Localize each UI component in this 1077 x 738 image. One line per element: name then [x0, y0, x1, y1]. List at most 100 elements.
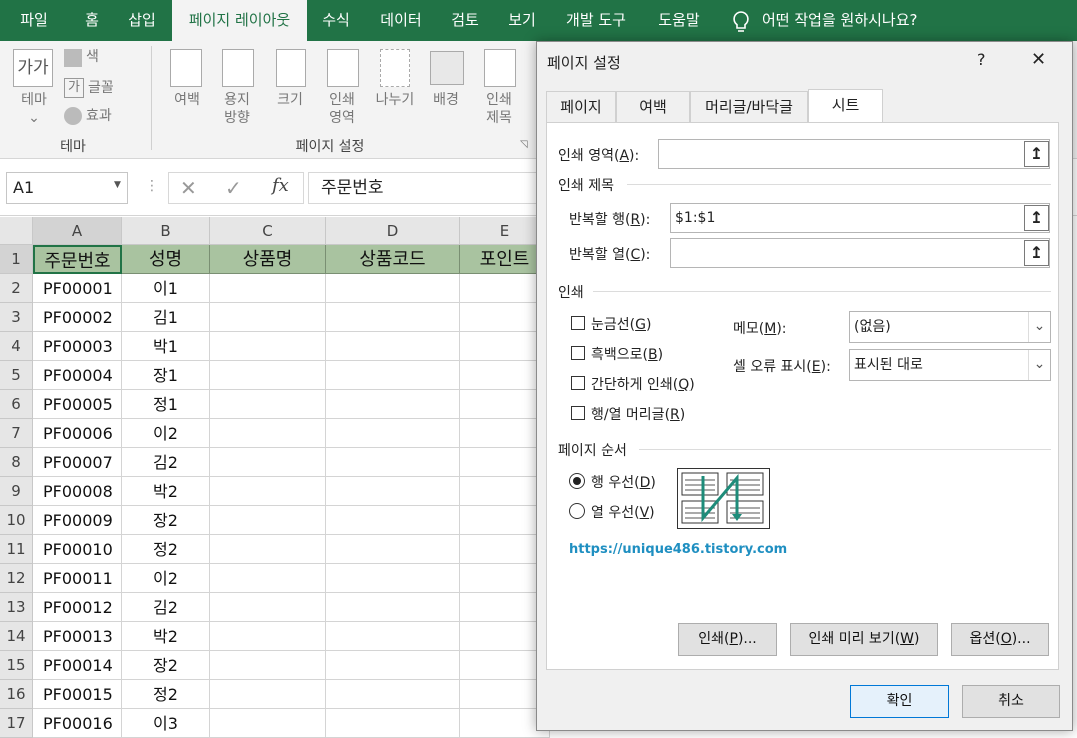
cell[interactable]: [210, 680, 326, 709]
cell[interactable]: [326, 593, 460, 622]
close-button[interactable]: ✕: [1031, 49, 1046, 70]
col-header-a[interactable]: A: [33, 217, 122, 245]
cell[interactable]: PF00015: [33, 680, 122, 709]
cell[interactable]: [210, 390, 326, 419]
cell[interactable]: PF00009: [33, 506, 122, 535]
effects-button[interactable]: 효과: [86, 107, 126, 125]
cell[interactable]: [210, 593, 326, 622]
dialog-tab-page[interactable]: 페이지: [546, 91, 616, 122]
cancel-button[interactable]: 취소: [962, 685, 1060, 718]
cell[interactable]: [210, 651, 326, 680]
cancel-icon[interactable]: ✕: [180, 176, 197, 200]
cell[interactable]: 박2: [122, 477, 210, 506]
row-header[interactable]: 10: [0, 506, 33, 535]
cell[interactable]: 이2: [122, 419, 210, 448]
cell[interactable]: [210, 709, 326, 738]
cell[interactable]: 이2: [122, 564, 210, 593]
cell[interactable]: PF00005: [33, 390, 122, 419]
cell[interactable]: [326, 506, 460, 535]
colors-button[interactable]: 색: [86, 48, 126, 66]
cell[interactable]: 김2: [122, 593, 210, 622]
cell[interactable]: 장2: [122, 651, 210, 680]
themes-button[interactable]: 테마: [12, 91, 56, 109]
cell[interactable]: [326, 274, 460, 303]
cell[interactable]: [210, 361, 326, 390]
print-button[interactable]: 인쇄(P)...: [678, 623, 777, 656]
cell[interactable]: 박2: [122, 622, 210, 651]
cell[interactable]: [210, 564, 326, 593]
repeat-cols-input[interactable]: [670, 238, 1050, 268]
row-header[interactable]: 17: [0, 709, 33, 738]
row-header[interactable]: 3: [0, 303, 33, 332]
print-area-input[interactable]: [658, 139, 1050, 169]
print-preview-button[interactable]: 인쇄 미리 보기(W): [790, 623, 938, 656]
cell[interactable]: [326, 680, 460, 709]
col-header-b[interactable]: B: [122, 217, 210, 245]
cell[interactable]: [326, 477, 460, 506]
cell[interactable]: [326, 390, 460, 419]
cell[interactable]: [210, 448, 326, 477]
cell[interactable]: 정2: [122, 680, 210, 709]
headings-checkbox[interactable]: [571, 406, 585, 420]
repeat-rows-input[interactable]: $1:$1: [670, 203, 1050, 233]
dialog-tab-margins[interactable]: 여백: [616, 91, 690, 122]
fonts-button[interactable]: 글꼴: [88, 79, 128, 97]
cell[interactable]: PF00011: [33, 564, 122, 593]
print-titles-button[interactable]: 인쇄 제목: [477, 91, 521, 127]
cell[interactable]: PF00004: [33, 361, 122, 390]
insert-function-icon[interactable]: fx: [272, 175, 289, 196]
cell[interactable]: [326, 361, 460, 390]
collapse-dialog-icon[interactable]: ↥: [1024, 205, 1049, 231]
cell[interactable]: 김1: [122, 303, 210, 332]
tab-file[interactable]: 파일: [10, 0, 58, 41]
row-header[interactable]: 14: [0, 622, 33, 651]
cell[interactable]: [326, 332, 460, 361]
row-header[interactable]: 12: [0, 564, 33, 593]
row-header[interactable]: 13: [0, 593, 33, 622]
row-header[interactable]: 11: [0, 535, 33, 564]
cell[interactable]: 박1: [122, 332, 210, 361]
cell[interactable]: PF00014: [33, 651, 122, 680]
dialog-launcher-icon[interactable]: ◹: [520, 139, 528, 150]
formula-input[interactable]: 주문번호: [308, 172, 548, 204]
cell[interactable]: 김2: [122, 448, 210, 477]
cell[interactable]: [326, 535, 460, 564]
chevron-down-icon[interactable]: ⌄: [1028, 312, 1050, 342]
row-header[interactable]: 15: [0, 651, 33, 680]
cell[interactable]: PF00010: [33, 535, 122, 564]
cell[interactable]: [210, 622, 326, 651]
collapse-dialog-icon[interactable]: ↥: [1024, 240, 1049, 266]
header-cell[interactable]: 주문번호: [33, 245, 122, 274]
row-header[interactable]: 2: [0, 274, 33, 303]
select-all-corner[interactable]: [0, 217, 33, 245]
cell[interactable]: PF00003: [33, 332, 122, 361]
print-area-button[interactable]: 인쇄 영역: [320, 91, 364, 127]
comments-select[interactable]: (없음): [849, 311, 1051, 343]
cell[interactable]: 장1: [122, 361, 210, 390]
cell[interactable]: PF00006: [33, 419, 122, 448]
cell[interactable]: [326, 709, 460, 738]
cell[interactable]: [210, 535, 326, 564]
orientation-button[interactable]: 용지 방향: [215, 91, 259, 127]
header-cell[interactable]: 상품코드: [326, 245, 460, 274]
cell[interactable]: [326, 419, 460, 448]
cell[interactable]: [326, 622, 460, 651]
enter-icon[interactable]: ✓: [225, 176, 242, 200]
tab-page-layout[interactable]: 페이지 레이아웃: [172, 0, 307, 41]
cell[interactable]: PF00013: [33, 622, 122, 651]
cell[interactable]: [210, 332, 326, 361]
row-header[interactable]: 5: [0, 361, 33, 390]
row-header[interactable]: 6: [0, 390, 33, 419]
cell[interactable]: PF00008: [33, 477, 122, 506]
tab-formulas[interactable]: 수식: [314, 0, 358, 41]
name-box-dropdown-icon[interactable]: ▼: [114, 180, 121, 190]
cell[interactable]: [210, 506, 326, 535]
header-cell[interactable]: 성명: [122, 245, 210, 274]
cell[interactable]: PF00012: [33, 593, 122, 622]
down-then-over-radio[interactable]: [569, 473, 585, 489]
tab-developer[interactable]: 개발 도구: [558, 0, 634, 41]
header-cell[interactable]: 상품명: [210, 245, 326, 274]
tell-me-search[interactable]: 어떤 작업을 원하시나요?: [762, 0, 937, 41]
tab-help[interactable]: 도움말: [650, 0, 708, 41]
dialog-tab-header-footer[interactable]: 머리글/바닥글: [690, 91, 808, 122]
